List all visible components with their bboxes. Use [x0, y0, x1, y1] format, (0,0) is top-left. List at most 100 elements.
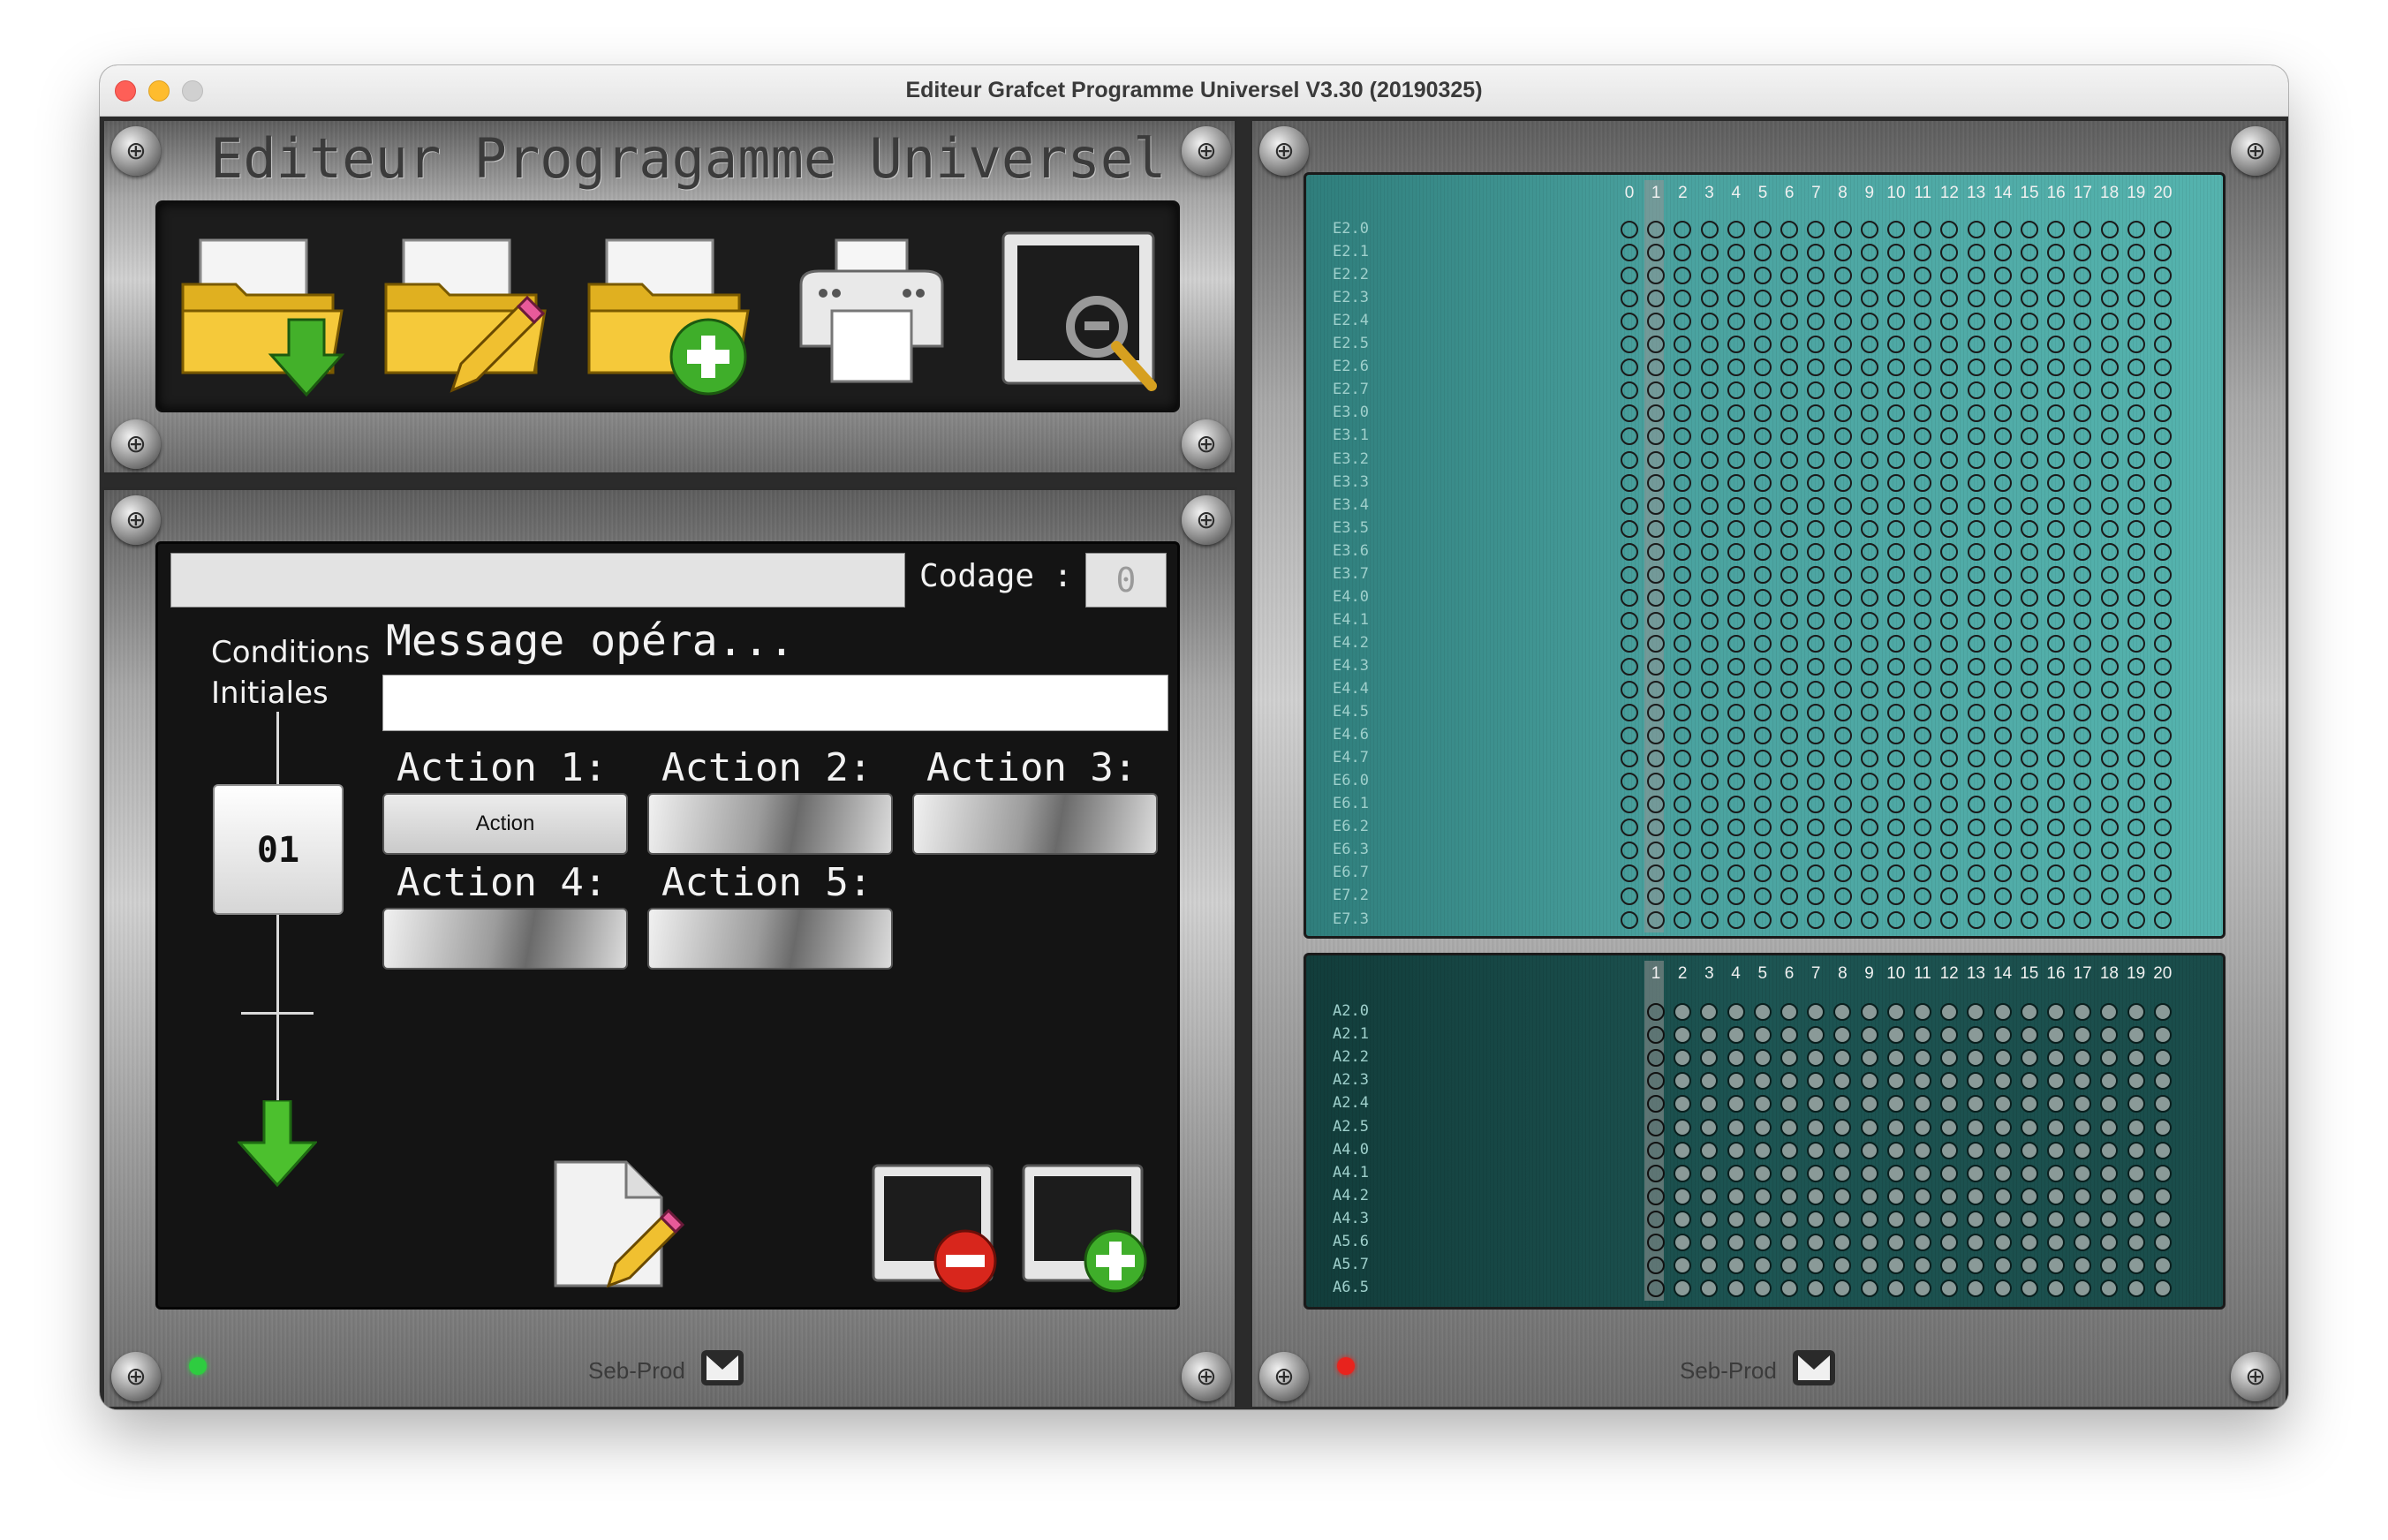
io-checkbox[interactable] — [1674, 910, 1692, 929]
io-checkbox[interactable] — [1860, 1072, 1878, 1091]
io-checkbox[interactable] — [2047, 704, 2066, 722]
io-checkbox[interactable] — [1833, 1072, 1852, 1091]
io-checkbox[interactable] — [1674, 1141, 1692, 1159]
io-checkbox[interactable] — [1780, 773, 1799, 791]
io-checkbox[interactable] — [1754, 750, 1772, 768]
io-checkbox[interactable] — [1647, 1187, 1665, 1205]
io-checkbox[interactable] — [1967, 750, 1985, 768]
io-checkbox[interactable] — [2154, 496, 2172, 515]
io-checkbox[interactable] — [2154, 404, 2172, 423]
io-checkbox[interactable] — [2154, 611, 2172, 630]
io-checkbox[interactable] — [1700, 381, 1719, 400]
io-checkbox[interactable] — [1621, 611, 1638, 630]
io-checkbox[interactable] — [1727, 450, 1745, 469]
io-checkbox[interactable] — [1727, 611, 1745, 630]
io-checkbox[interactable] — [1727, 427, 1745, 446]
io-checkbox[interactable] — [1700, 887, 1719, 906]
io-checkbox[interactable] — [2047, 1003, 2065, 1021]
io-checkbox[interactable] — [1860, 1210, 1878, 1228]
io-checkbox[interactable] — [1727, 1164, 1745, 1182]
io-checkbox[interactable] — [2100, 657, 2119, 676]
io-checkbox[interactable] — [2074, 1257, 2092, 1275]
io-checkbox[interactable] — [2127, 1141, 2145, 1159]
io-checkbox[interactable] — [2100, 1234, 2119, 1251]
io-checkbox[interactable] — [1674, 565, 1692, 584]
io-checkbox[interactable] — [2127, 864, 2145, 883]
io-checkbox[interactable] — [1700, 1049, 1719, 1068]
io-checkbox[interactable] — [1674, 634, 1692, 653]
io-checkbox[interactable] — [1940, 1026, 1959, 1045]
io-checkbox[interactable] — [1886, 1003, 1905, 1021]
io-checkbox[interactable] — [1967, 819, 1985, 837]
io-checkbox[interactable] — [1674, 1164, 1692, 1182]
io-checkbox[interactable] — [1807, 1280, 1825, 1298]
io-checkbox[interactable] — [1833, 1095, 1852, 1113]
io-checkbox[interactable] — [1833, 1003, 1852, 1021]
io-checkbox[interactable] — [2074, 887, 2092, 906]
io-checkbox[interactable] — [1860, 404, 1878, 423]
io-checkbox[interactable] — [1993, 864, 2012, 883]
io-checkbox[interactable] — [1993, 542, 2012, 561]
io-checkbox[interactable] — [2127, 750, 2145, 768]
io-checkbox[interactable] — [2047, 611, 2066, 630]
io-checkbox[interactable] — [1967, 1095, 1985, 1113]
io-checkbox[interactable] — [1700, 704, 1719, 722]
io-checkbox[interactable] — [1967, 1187, 1985, 1205]
io-checkbox[interactable] — [1807, 819, 1825, 837]
io-checkbox[interactable] — [2100, 634, 2119, 653]
io-checkbox[interactable] — [1993, 681, 2012, 698]
io-checkbox[interactable] — [2127, 1210, 2145, 1228]
io-checkbox[interactable] — [1700, 1072, 1719, 1091]
io-checkbox[interactable] — [1860, 864, 1878, 883]
io-checkbox[interactable] — [2074, 842, 2092, 860]
io-checkbox[interactable] — [1674, 657, 1692, 676]
io-checkbox[interactable] — [1780, 634, 1799, 653]
io-checkbox[interactable] — [1967, 267, 1985, 285]
io-checkbox[interactable] — [2021, 359, 2038, 377]
io-checkbox[interactable] — [1940, 1049, 1959, 1068]
io-checkbox[interactable] — [1700, 773, 1719, 791]
io-checkbox[interactable] — [1967, 1210, 1985, 1228]
io-checkbox[interactable] — [2127, 244, 2145, 262]
io-checkbox[interactable] — [2127, 1164, 2145, 1182]
io-checkbox[interactable] — [2020, 1049, 2038, 1068]
io-checkbox[interactable] — [2074, 290, 2092, 308]
io-checkbox[interactable] — [1833, 336, 1852, 354]
io-checkbox[interactable] — [1700, 473, 1719, 492]
io-checkbox[interactable] — [2047, 1257, 2065, 1275]
io-checkbox[interactable] — [1833, 1280, 1852, 1298]
io-checkbox[interactable] — [1727, 727, 1745, 745]
io-checkbox[interactable] — [1914, 681, 1932, 698]
io-checkbox[interactable] — [1833, 404, 1852, 423]
io-checkbox[interactable] — [2047, 404, 2066, 423]
io-checkbox[interactable] — [1727, 842, 1745, 860]
io-checkbox[interactable] — [1914, 1095, 1931, 1113]
io-checkbox[interactable] — [1674, 496, 1692, 515]
io-checkbox[interactable] — [2154, 796, 2172, 814]
io-checkbox[interactable] — [2021, 427, 2038, 446]
io-checkbox[interactable] — [1860, 1095, 1878, 1113]
io-checkbox[interactable] — [1967, 427, 1985, 446]
io-checkbox[interactable] — [1940, 1003, 1959, 1021]
io-checkbox[interactable] — [1674, 887, 1692, 906]
io-checkbox[interactable] — [1700, 565, 1719, 584]
io-checkbox[interactable] — [1674, 704, 1692, 722]
io-checkbox[interactable] — [1993, 336, 2012, 354]
io-checkbox[interactable] — [2100, 313, 2119, 331]
io-checkbox[interactable] — [1914, 819, 1932, 837]
io-checkbox[interactable] — [1621, 244, 1638, 262]
io-checkbox[interactable] — [1754, 681, 1772, 698]
io-checkbox[interactable] — [1754, 727, 1772, 745]
io-checkbox[interactable] — [1647, 657, 1666, 676]
io-checkbox[interactable] — [2047, 1141, 2065, 1159]
io-checkbox[interactable] — [2100, 727, 2119, 745]
io-checkbox[interactable] — [1860, 727, 1878, 745]
io-checkbox[interactable] — [1780, 404, 1799, 423]
io-checkbox[interactable] — [1700, 267, 1719, 285]
io-checkbox[interactable] — [1887, 381, 1905, 400]
io-checkbox[interactable] — [2127, 611, 2145, 630]
io-checkbox[interactable] — [2047, 519, 2066, 538]
io-checkbox[interactable] — [2074, 611, 2092, 630]
io-checkbox[interactable] — [1967, 519, 1985, 538]
io-checkbox[interactable] — [1807, 1003, 1825, 1021]
